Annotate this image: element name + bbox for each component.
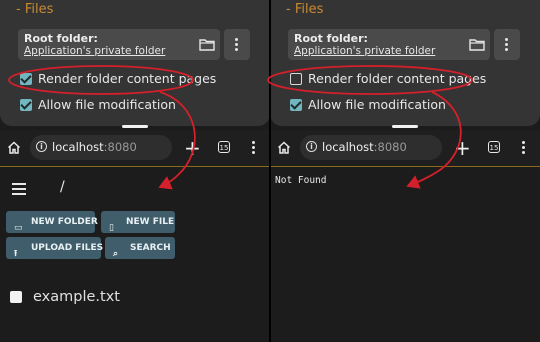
checkbox-checked[interactable] [290, 99, 302, 111]
search-button[interactable]: ⌕ SEARCH [105, 237, 175, 259]
browser-toolbar: i localhost:8080 + 15 [0, 130, 270, 167]
current-path: / [60, 179, 65, 195]
url-text: localhost:8080 [52, 140, 137, 154]
url-port: :8080 [373, 140, 407, 154]
folder-icon [199, 39, 215, 51]
checkbox-unchecked[interactable] [290, 73, 302, 85]
more-vert-icon [235, 38, 239, 53]
more-options-button[interactable] [494, 29, 520, 60]
sheet-handle[interactable] [392, 125, 418, 128]
file-browser-page: / ▭ NEW FOLDER ▯ NEW FILE ⭱ UPLOAD FILES… [0, 167, 270, 342]
hamburger-icon[interactable] [12, 183, 26, 198]
checkbox-checked[interactable] [20, 99, 32, 111]
settings-card: - Files Root folder: Application's priva… [0, 0, 270, 128]
file-checkbox[interactable] [10, 291, 22, 303]
new-folder-button[interactable]: ▭ NEW FOLDER [6, 211, 98, 233]
root-folder-label: Root folder: [24, 32, 98, 45]
address-bar[interactable]: i localhost:8080 [300, 135, 442, 160]
checkbox-checked[interactable] [20, 73, 32, 85]
root-folder-value[interactable]: Application's private folder [24, 45, 165, 57]
tabs-icon[interactable]: 15 [488, 141, 500, 153]
render-pages-label: Render folder content pages [308, 71, 487, 86]
menu-icon[interactable] [252, 141, 255, 156]
plus-icon[interactable]: + [454, 136, 471, 160]
settings-card: - Files Root folder: Application's priva… [270, 0, 540, 128]
home-icon[interactable] [277, 141, 291, 154]
folder-icon [469, 39, 485, 51]
info-icon[interactable]: i [306, 141, 317, 152]
section-title: - Files [286, 2, 324, 17]
section-title: - Files [16, 2, 54, 17]
url-text: localhost:8080 [322, 140, 407, 154]
root-folder-value[interactable]: Application's private folder [294, 45, 435, 57]
new-file-button[interactable]: ▯ NEW FILE [101, 211, 175, 233]
root-folder-field[interactable]: Root folder: Application's private folde… [288, 29, 464, 60]
folder-picker-button[interactable] [194, 29, 220, 60]
allow-modification-label: Allow file modification [308, 97, 446, 112]
new-file-label: NEW FILE [126, 217, 175, 227]
render-pages-label: Render folder content pages [38, 71, 217, 86]
folder-picker-button[interactable] [464, 29, 490, 60]
search-label: SEARCH [130, 243, 171, 253]
file-name[interactable]: example.txt [33, 289, 120, 305]
root-folder-field[interactable]: Root folder: Application's private folde… [18, 29, 194, 60]
url-host: localhost [322, 140, 374, 154]
sheet-handle[interactable] [122, 125, 148, 128]
allow-modification-label: Allow file modification [38, 97, 176, 112]
more-vert-icon [505, 38, 509, 53]
new-file-icon: ▯ [109, 223, 114, 233]
upload-icon: ⭱ [14, 249, 18, 259]
info-icon[interactable]: i [36, 141, 47, 152]
not-found-page: Not Found [270, 167, 540, 342]
search-icon: ⌕ [113, 249, 119, 259]
address-bar[interactable]: i localhost:8080 [30, 135, 172, 160]
upload-files-label: UPLOAD FILES [31, 243, 104, 253]
upload-files-button[interactable]: ⭱ UPLOAD FILES [6, 237, 104, 259]
tabs-icon[interactable]: 15 [218, 141, 230, 153]
not-found-message: Not Found [275, 175, 327, 186]
url-port: :8080 [103, 140, 137, 154]
new-folder-icon: ▭ [14, 223, 23, 233]
left-screenshot: - Files Root folder: Application's priva… [0, 0, 270, 342]
new-folder-label: NEW FOLDER [31, 217, 98, 227]
right-screenshot: - Files Root folder: Application's priva… [270, 0, 540, 342]
menu-icon[interactable] [522, 141, 525, 156]
pane-divider [269, 0, 271, 342]
plus-icon[interactable]: + [184, 136, 201, 160]
home-icon[interactable] [7, 141, 21, 154]
url-host: localhost [52, 140, 104, 154]
root-folder-label: Root folder: [294, 32, 368, 45]
more-options-button[interactable] [224, 29, 250, 60]
browser-toolbar: i localhost:8080 + 15 [270, 130, 540, 167]
